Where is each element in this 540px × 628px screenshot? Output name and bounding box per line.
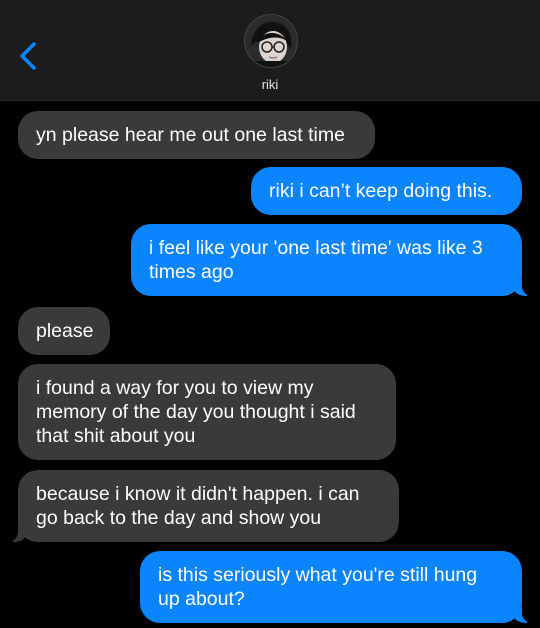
message-bubble-sent[interactable]: riki i can’t keep doing this. <box>251 167 522 215</box>
message-bubble-received[interactable]: because i know it didn't happen. i can g… <box>8 470 399 542</box>
conversation-header: riki <box>0 0 540 101</box>
avatar[interactable] <box>244 14 298 68</box>
message-bubble-received[interactable]: yn please hear me out one last time <box>18 111 375 159</box>
message-bubble-received[interactable]: i found a way for you to view my memory … <box>18 364 396 460</box>
chevron-left-icon <box>20 42 36 70</box>
message-bubble-received[interactable]: please <box>18 307 110 355</box>
back-button[interactable] <box>16 38 44 74</box>
message-bubble-sent[interactable]: i feel like your 'one last time' was lik… <box>131 224 532 296</box>
message-bubble-sent[interactable]: is this seriously what you're still hung… <box>140 551 532 623</box>
contact-name[interactable]: riki <box>0 77 540 92</box>
avatar-photo-icon <box>245 15 297 67</box>
message-thread: yn please hear me out one last time riki… <box>0 101 540 628</box>
